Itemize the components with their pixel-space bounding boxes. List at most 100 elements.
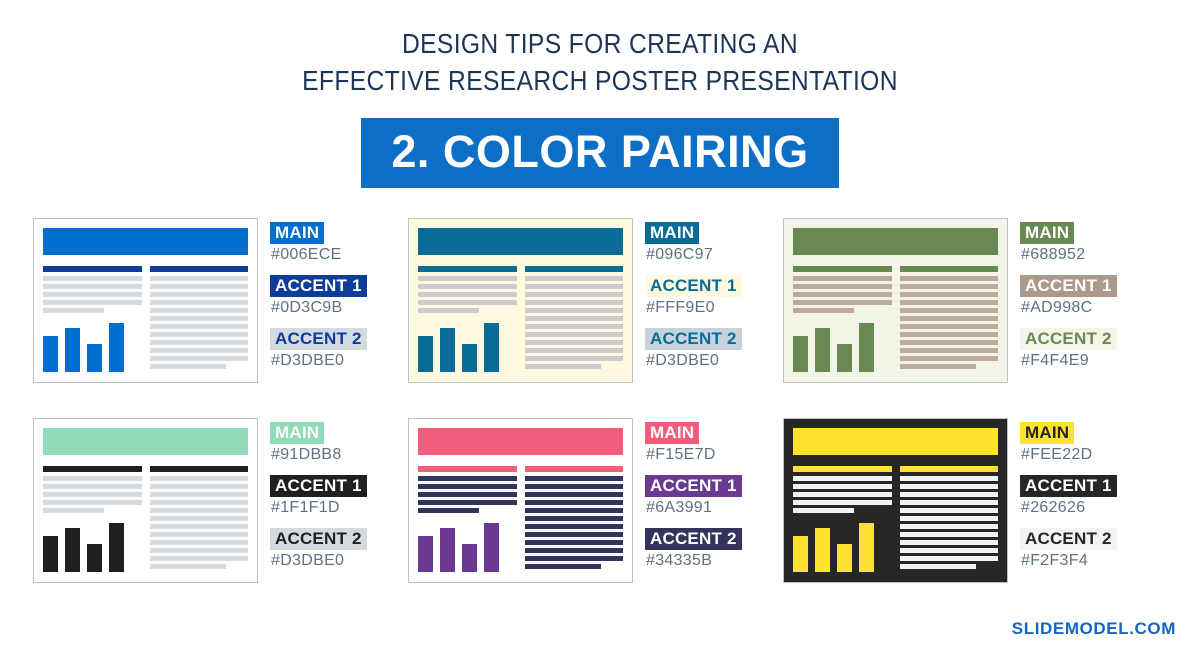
palette-card: MAIN #F15E7D ACCENT 1 #6A3991 ACCENT 2 #34335…	[408, 418, 783, 583]
poster-preview	[783, 218, 1008, 383]
poster-column	[43, 466, 142, 573]
poster-text-line	[899, 324, 998, 329]
poster-body	[793, 466, 998, 573]
legend-group-accent-2: ACCENT 2 #D3DBE0	[270, 328, 367, 370]
poster-body	[43, 266, 248, 373]
poster-text-line	[899, 492, 998, 497]
color-hex-value-accent-1: #6A3991	[646, 499, 713, 517]
poster-bar	[109, 523, 124, 572]
poster-column	[149, 466, 248, 573]
color-swatch-label-accent-2: ACCENT 2	[1020, 528, 1117, 551]
poster-bar	[109, 323, 124, 372]
poster-column	[793, 266, 892, 373]
poster-body	[43, 466, 248, 573]
poster-text-line	[524, 300, 623, 305]
poster-text-line	[793, 492, 892, 497]
poster-bar	[793, 336, 808, 372]
poster-bar	[43, 536, 58, 572]
poster-preview	[783, 418, 1008, 583]
legend-group-accent-1: ACCENT 1 #1F1F1D	[270, 475, 367, 517]
poster-text-line	[43, 492, 142, 497]
color-swatch-label-accent-2: ACCENT 2	[270, 328, 367, 351]
poster-text-line	[418, 292, 517, 297]
poster-text-line	[524, 324, 623, 329]
poster-text-line	[149, 548, 248, 553]
poster-bar	[793, 536, 808, 572]
poster-text-line	[149, 356, 248, 361]
poster-text-line	[524, 276, 623, 281]
poster-text-line	[793, 284, 892, 289]
color-swatch-label-main: MAIN	[270, 222, 325, 245]
poster-text-line	[149, 476, 248, 481]
page-title-line-1: DESIGN TIPS FOR CREATING AN	[401, 28, 799, 59]
poster-text-line	[149, 316, 248, 321]
poster-text-line	[524, 508, 623, 513]
poster-title-bar	[418, 228, 623, 255]
poster-bar	[462, 344, 477, 372]
poster-text-line	[43, 300, 142, 305]
poster-column	[899, 266, 998, 373]
poster-text-line	[524, 364, 602, 369]
poster-bar-chart	[418, 521, 517, 573]
poster-text-line	[418, 300, 517, 305]
color-swatch-label-accent-1: ACCENT 1	[270, 275, 367, 298]
poster-bar-chart	[418, 321, 517, 373]
poster-text-line	[149, 284, 248, 289]
poster-bar	[484, 323, 499, 372]
poster-text-line	[899, 540, 998, 545]
legend-group-accent-1: ACCENT 1 #AD998C	[1020, 275, 1117, 317]
color-swatch-label-main: MAIN	[1020, 222, 1075, 245]
poster-bar	[65, 328, 80, 372]
poster-text-line	[793, 500, 892, 505]
poster-title-bar	[418, 428, 623, 455]
color-hex-value-accent-1: #1F1F1D	[271, 499, 340, 517]
poster-bar	[462, 544, 477, 572]
poster-text-line	[899, 532, 998, 537]
color-hex-value-main: #006ECE	[271, 246, 342, 264]
color-hex-value-accent-2: #F4F4E9	[1021, 352, 1089, 370]
poster-text-line	[418, 508, 480, 513]
poster-column-header	[899, 266, 998, 272]
poster-text-line	[149, 324, 248, 329]
poster-bar-chart	[793, 321, 892, 373]
color-swatch-label-accent-1: ACCENT 1	[1020, 275, 1117, 298]
poster-text-line	[899, 516, 998, 521]
poster-bar	[859, 323, 874, 372]
section-banner: 2. COLOR PAIRING	[361, 117, 839, 188]
palette-legend: MAIN #F15E7D ACCENT 1 #6A3991 ACCENT 2 #34335…	[645, 418, 742, 570]
poster-text-line	[43, 276, 142, 281]
poster-bar	[65, 528, 80, 572]
poster-text-line	[524, 356, 623, 361]
poster-text-line	[524, 308, 623, 313]
poster-preview	[33, 218, 258, 383]
poster-column-header	[43, 466, 142, 472]
palette-card: MAIN #006ECE ACCENT 1 #0D3C9B ACCENT 2 #D3DBE…	[33, 218, 408, 383]
poster-text-line	[899, 308, 998, 313]
poster-text-line	[149, 500, 248, 505]
poster-text-line	[149, 364, 227, 369]
color-hex-value-main: #91DBB8	[271, 446, 342, 464]
poster-bar	[440, 528, 455, 572]
legend-group-accent-2: ACCENT 2 #F4F4E9	[1020, 328, 1117, 370]
legend-group-main: MAIN #096C97	[645, 222, 742, 264]
poster-preview	[33, 418, 258, 583]
poster-title-bar	[43, 228, 248, 255]
poster-text-line	[524, 516, 623, 521]
color-hex-value-accent-1: #AD998C	[1021, 299, 1093, 317]
palette-legend: MAIN #688952 ACCENT 1 #AD998C ACCENT 2 #F4F4E…	[1020, 218, 1117, 370]
color-hex-value-accent-2: #F2F3F4	[1021, 552, 1089, 570]
poster-text-line	[418, 484, 517, 489]
poster-text-line	[899, 484, 998, 489]
poster-text-line	[43, 476, 142, 481]
color-hex-value-main: #F15E7D	[646, 446, 716, 464]
poster-text-line	[149, 292, 248, 297]
poster-text-line	[524, 484, 623, 489]
poster-bar	[418, 336, 433, 372]
poster-bar-chart	[43, 321, 142, 373]
poster-column-header	[149, 266, 248, 272]
color-hex-value-accent-2: #D3DBE0	[646, 352, 720, 370]
color-hex-value-accent-2: #D3DBE0	[271, 352, 345, 370]
legend-group-accent-1: ACCENT 1 #FFF9E0	[645, 275, 742, 317]
poster-text-line	[524, 524, 623, 529]
poster-text-line	[149, 556, 248, 561]
